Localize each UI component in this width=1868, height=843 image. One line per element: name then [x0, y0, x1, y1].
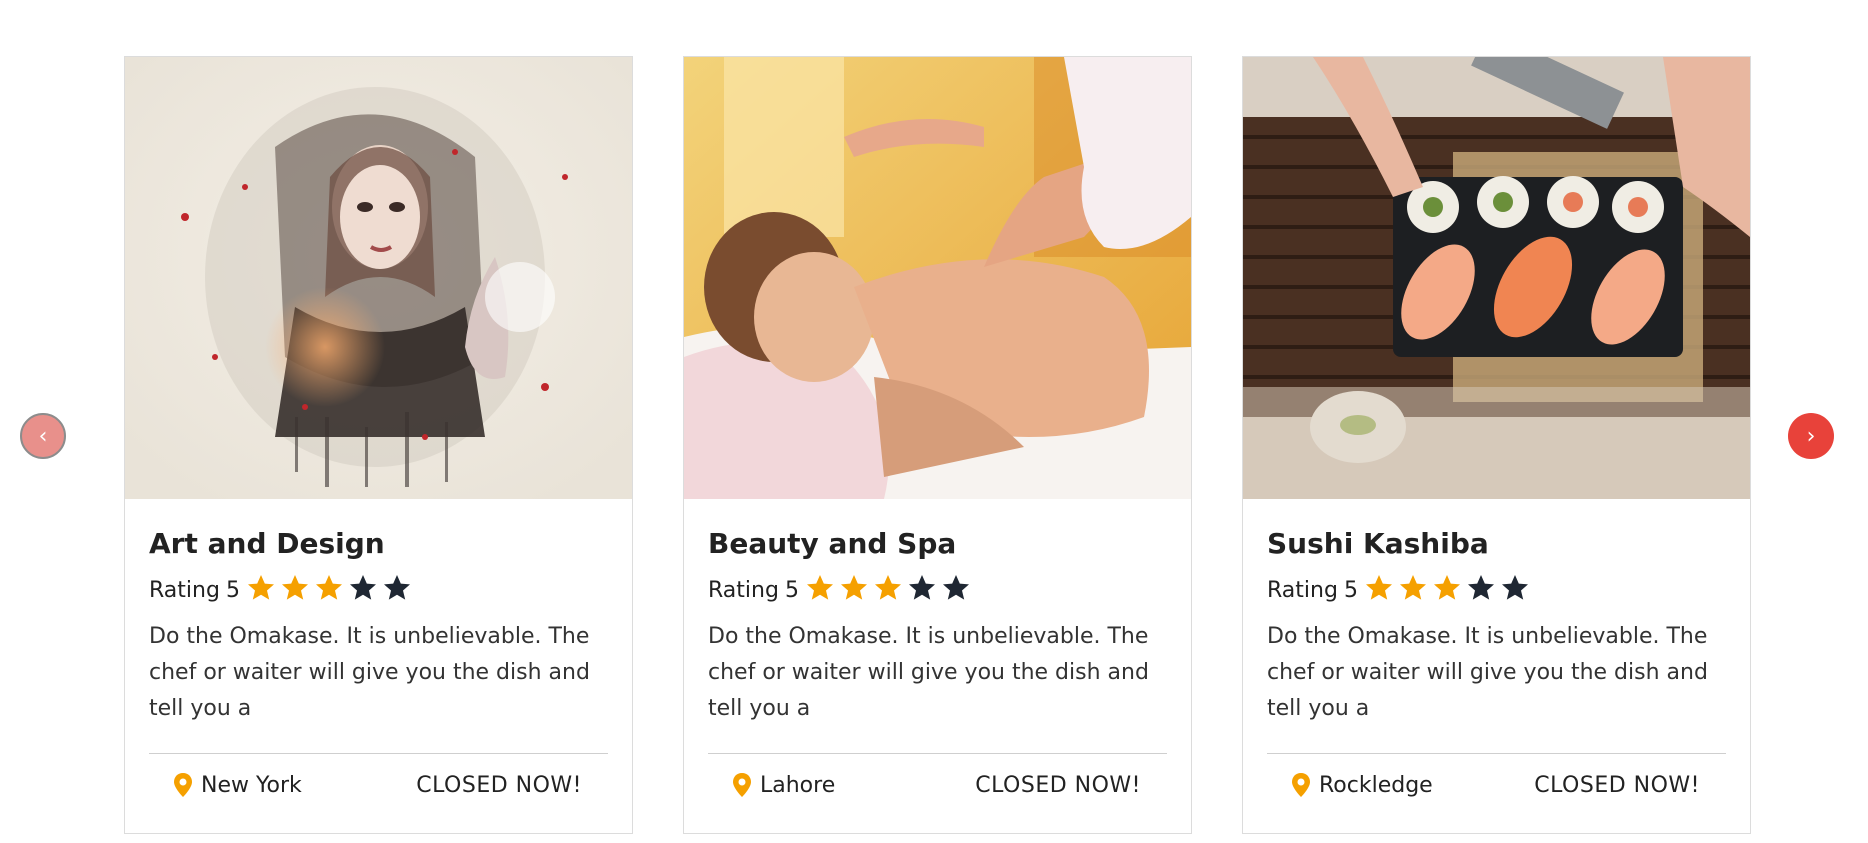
listing-image[interactable]	[684, 57, 1191, 499]
carousel-next-button[interactable]: ›	[1788, 413, 1834, 459]
spa-massage-image	[684, 57, 1191, 499]
listing-footer: Lahore CLOSED NOW!	[708, 754, 1167, 816]
listing-description: Do the Omakase. It is unbelievable. The …	[149, 624, 590, 721]
rating-stars	[246, 573, 416, 607]
star-filled-icon	[1433, 575, 1460, 600]
star-filled-icon	[1399, 575, 1426, 600]
rating-value: 5	[784, 577, 799, 603]
listing-title[interactable]: Sushi Kashiba	[1267, 527, 1726, 561]
star-filled-icon	[315, 575, 342, 600]
star-empty-icon	[349, 575, 376, 600]
location-label: New York	[201, 772, 302, 798]
star-empty-icon	[942, 575, 969, 600]
listing-title[interactable]: Beauty and Spa	[708, 527, 1167, 561]
star-filled-icon	[840, 575, 867, 600]
listing-card[interactable]: Sushi Kashiba Rating 5 Do the Omakase. I…	[1242, 56, 1751, 834]
rating: Rating 5	[708, 573, 1167, 607]
star-filled-icon	[1365, 575, 1392, 600]
rating-label: Rating	[1267, 577, 1338, 603]
listing-card[interactable]: Beauty and Spa Rating 5 Do the Omakase. …	[683, 56, 1192, 834]
location-label: Rockledge	[1319, 772, 1433, 798]
location: Lahore	[732, 772, 835, 798]
star-filled-icon	[247, 575, 274, 600]
star-empty-icon	[1467, 575, 1494, 600]
listing-card[interactable]: Art and Design Rating 5 Do the Omakase. …	[124, 56, 633, 834]
sushi-platter-image	[1243, 57, 1750, 499]
map-pin-icon	[733, 773, 751, 797]
star-empty-icon	[908, 575, 935, 600]
listing-description: Do the Omakase. It is unbelievable. The …	[708, 624, 1149, 721]
rating-value: 5	[1343, 577, 1358, 603]
map-pin-icon	[1292, 773, 1310, 797]
listing-image[interactable]	[1243, 57, 1750, 499]
carousel-prev-button[interactable]: ‹	[20, 413, 66, 459]
listing-title[interactable]: Art and Design	[149, 527, 608, 561]
rating-label: Rating	[708, 577, 779, 603]
listing-carousel: ‹ Art and Design Rating 5 Do the Omakase…	[0, 0, 1868, 843]
rating-label: Rating	[149, 577, 220, 603]
status-badge: CLOSED NOW!	[416, 772, 582, 798]
chevron-left-icon: ‹	[38, 423, 48, 449]
listing-footer: New York CLOSED NOW!	[149, 754, 608, 816]
rating-stars	[1364, 573, 1534, 607]
rating-value: 5	[225, 577, 240, 603]
listing-image[interactable]	[125, 57, 632, 499]
rating-stars	[805, 573, 975, 607]
listing-footer: Rockledge CLOSED NOW!	[1267, 754, 1726, 816]
map-pin-icon	[174, 773, 192, 797]
listing-description: Do the Omakase. It is unbelievable. The …	[1267, 624, 1708, 721]
rating: Rating 5	[1267, 573, 1726, 607]
location-label: Lahore	[760, 772, 836, 798]
star-filled-icon	[874, 575, 901, 600]
star-empty-icon	[383, 575, 410, 600]
rating: Rating 5	[149, 573, 608, 607]
status-badge: CLOSED NOW!	[1534, 772, 1700, 798]
location: New York	[173, 772, 302, 798]
star-filled-icon	[281, 575, 308, 600]
star-empty-icon	[1501, 575, 1528, 600]
star-filled-icon	[806, 575, 833, 600]
watercolor-portrait-image	[125, 57, 632, 499]
status-badge: CLOSED NOW!	[975, 772, 1141, 798]
location: Rockledge	[1291, 772, 1433, 798]
chevron-right-icon: ›	[1806, 423, 1816, 449]
